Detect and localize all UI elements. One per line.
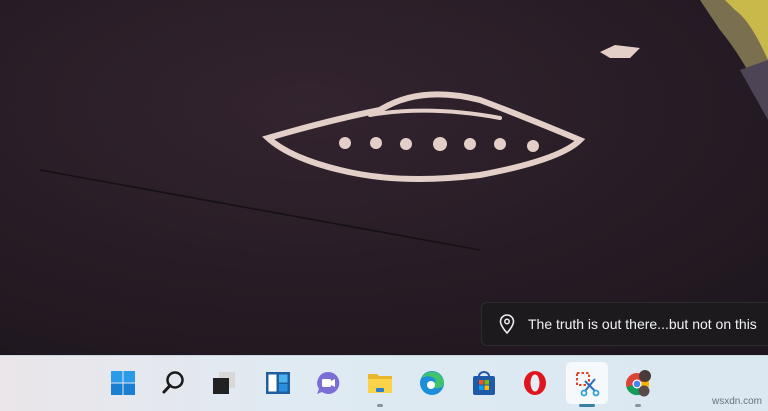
widgets-button[interactable] xyxy=(257,362,299,404)
windows-logo-icon xyxy=(111,371,135,395)
search-icon xyxy=(162,371,184,394)
start-button[interactable] xyxy=(102,362,144,404)
spotlight-info-bubble[interactable]: The truth is out there...but not on this xyxy=(481,302,768,346)
edge-button[interactable] xyxy=(411,362,453,404)
active-indicator xyxy=(579,404,595,407)
chrome-button[interactable] xyxy=(617,362,659,407)
running-indicator xyxy=(377,404,383,407)
snipping-tool-icon xyxy=(576,372,600,397)
store-icon xyxy=(473,371,495,395)
watermark: wsxdn.com xyxy=(711,396,762,407)
edge-icon xyxy=(420,371,444,395)
chat-button[interactable] xyxy=(307,362,349,404)
microsoft-store-button[interactable] xyxy=(463,362,505,404)
location-pin-icon xyxy=(499,314,515,334)
spotlight-text: The truth is out there...but not on this xyxy=(528,316,757,332)
widgets-icon xyxy=(266,372,290,394)
search-button[interactable] xyxy=(153,362,195,404)
opera-icon xyxy=(524,371,546,395)
file-explorer-button[interactable] xyxy=(359,362,401,407)
task-view-icon xyxy=(213,372,235,394)
chrome-icon xyxy=(626,370,651,397)
taskbar: wsxdn.com xyxy=(0,355,768,411)
chat-icon xyxy=(317,371,340,394)
running-indicator xyxy=(635,404,641,407)
snipping-tool-button[interactable] xyxy=(566,362,608,407)
opera-button[interactable] xyxy=(514,362,556,404)
task-view-button[interactable] xyxy=(203,362,245,404)
folder-icon xyxy=(368,374,392,393)
